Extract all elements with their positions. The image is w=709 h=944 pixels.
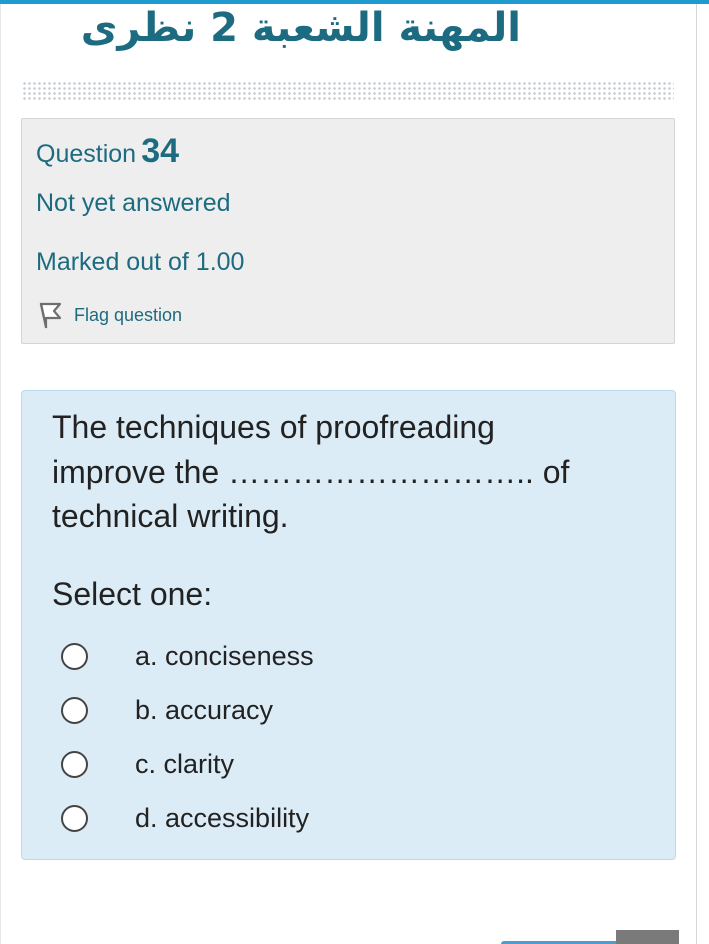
page-right-border	[696, 4, 697, 944]
answer-option-label[interactable]: b. accuracy	[135, 695, 273, 726]
flag-question-button[interactable]: Flag question	[38, 301, 182, 329]
flag-question-label: Flag question	[74, 304, 183, 325]
question-text: The techniques of proofreading improve t…	[52, 409, 570, 534]
answer-option-label[interactable]: a. conciseness	[135, 641, 314, 672]
dotted-separator	[22, 81, 674, 101]
question-number: 34	[141, 132, 180, 170]
question-info-panel: Question 34 Not yet answered Marked out …	[21, 118, 675, 344]
answer-option-b[interactable]: b. accuracy	[61, 683, 314, 737]
answer-option-a[interactable]: a. conciseness	[61, 629, 314, 683]
question-grade: Marked out of 1.00	[36, 248, 245, 276]
select-one-prompt: Select one:	[52, 576, 213, 612]
question-state: Not yet answered	[36, 189, 231, 217]
answer-option-label[interactable]: d. accessibility	[135, 803, 309, 834]
course-title: المهنة الشعبة 2 نظرى	[80, 5, 521, 51]
answer-option-label[interactable]: c. clarity	[135, 749, 234, 780]
scroll-thumb[interactable]	[616, 930, 679, 944]
page-left-border	[0, 4, 1, 944]
radio-button-a[interactable]	[61, 642, 88, 670]
radio-button-b[interactable]	[61, 696, 88, 724]
radio-button-c[interactable]	[61, 750, 88, 778]
flag-icon	[38, 301, 64, 329]
radio-button-d[interactable]	[61, 804, 88, 832]
answer-option-d[interactable]: d. accessibility	[61, 791, 314, 845]
question-heading: Question 34	[36, 131, 179, 176]
answer-options: a. conciseness b. accuracy c. clarity d.…	[61, 629, 314, 845]
answer-option-c[interactable]: c. clarity	[61, 737, 314, 791]
question-word: Question	[36, 140, 137, 168]
question-content-panel: The techniques of proofreading improve t…	[21, 390, 676, 860]
